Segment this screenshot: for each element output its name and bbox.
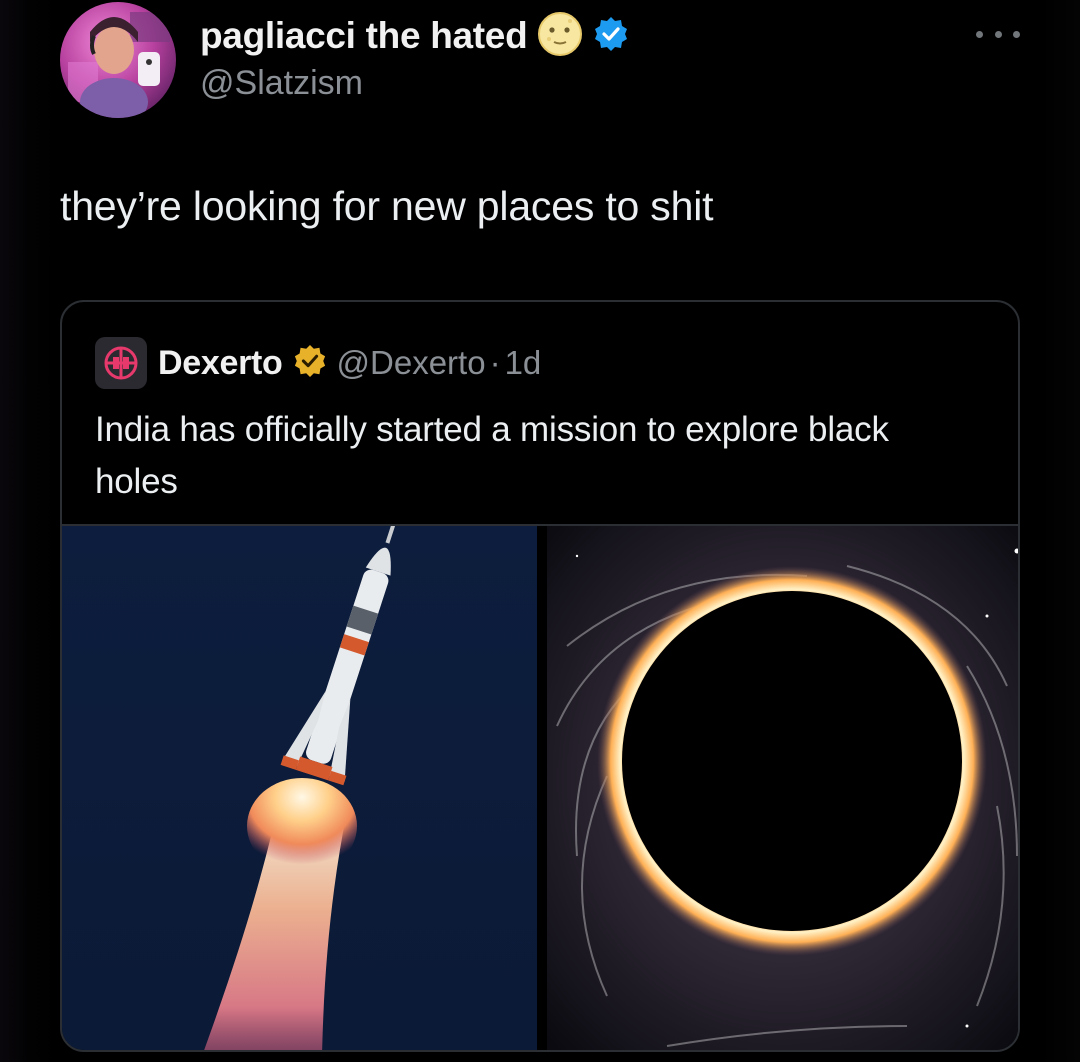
rocket-launch-image[interactable] — [62, 526, 537, 1050]
black-hole-image[interactable] — [547, 526, 1018, 1050]
author-avatar[interactable] — [60, 2, 176, 118]
dot-icon — [994, 30, 1002, 38]
quoted-author-handle[interactable]: @Dexerto — [337, 344, 486, 382]
author-display-name[interactable]: pagliacci the hated — [200, 15, 528, 57]
dexerto-logo-icon — [95, 337, 147, 389]
tweet-screen: pagliacci the hated @Slatzism they’re lo… — [0, 0, 1080, 1062]
dot-icon — [976, 30, 983, 38]
quoted-author-name[interactable]: Dexerto — [158, 344, 283, 383]
author-handle[interactable]: @Slatzism — [200, 64, 363, 103]
quoted-media-grid — [62, 524, 1018, 1050]
avatar-photo — [60, 2, 176, 118]
author-name-row: pagliacci the hated — [200, 8, 629, 64]
quoted-tweet-timestamp[interactable]: 1d — [505, 344, 542, 382]
verified-badge-icon — [593, 16, 629, 57]
separator-dot: · — [489, 344, 501, 381]
quoted-author-avatar[interactable] — [95, 337, 147, 389]
quoted-tweet-text: India has officially started a mission t… — [95, 410, 889, 501]
moon-face-emoji-icon — [537, 11, 583, 62]
gold-verified-badge-icon — [293, 344, 327, 383]
dot-icon — [1013, 30, 1020, 38]
quoted-tweet-card[interactable]: Dexerto @Dexerto · 1d India has officially… — [60, 300, 1020, 1052]
tweet-text: they’re looking for new places to shit — [60, 183, 714, 229]
quoted-tweet-header: Dexerto @Dexerto · 1d — [158, 338, 541, 388]
more-options-icon[interactable] — [976, 24, 1020, 44]
